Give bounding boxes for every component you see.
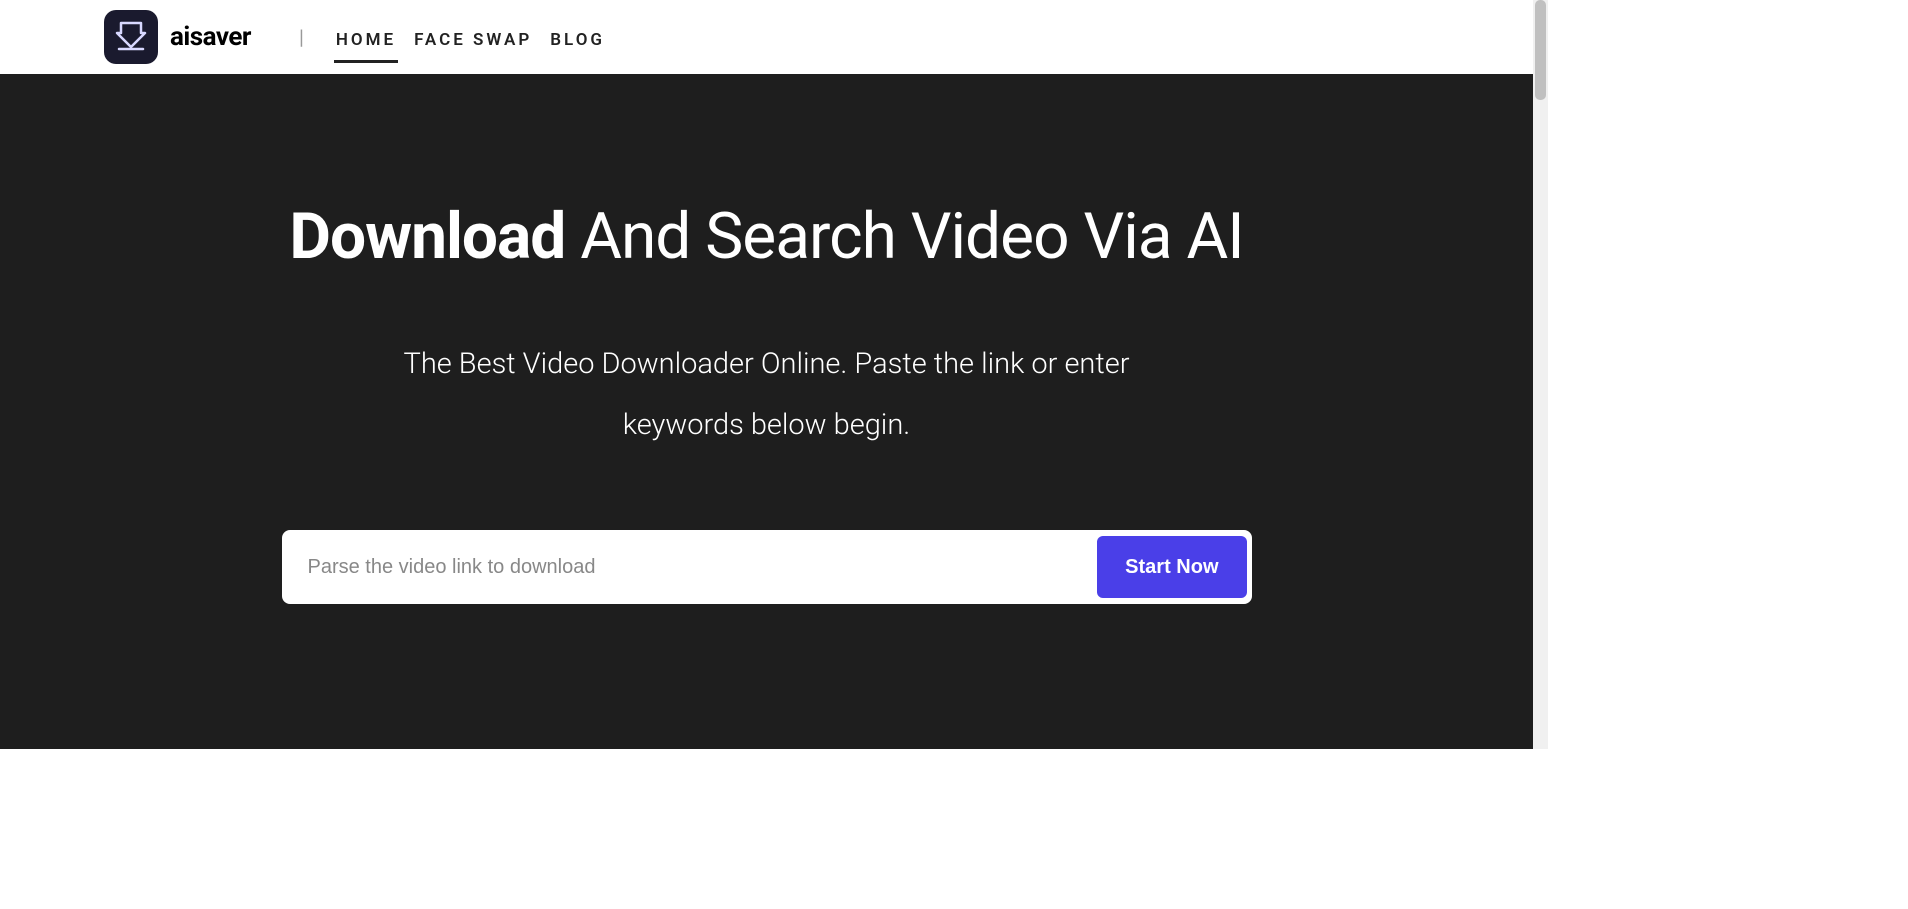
url-input[interactable]: [308, 535, 1098, 599]
scrollbar-track[interactable]: ▲: [1533, 0, 1548, 749]
logo-section[interactable]: aisaver: [104, 10, 251, 64]
logo-icon: [104, 10, 158, 64]
start-now-button[interactable]: Start Now: [1097, 536, 1246, 598]
nav-face-swap[interactable]: FACE SWAP: [412, 12, 534, 63]
brand-name: aisaver: [170, 22, 251, 52]
header-bar: aisaver | HOME FACE SWAP BLOG: [0, 0, 1533, 74]
scrollbar-thumb[interactable]: [1535, 0, 1546, 100]
download-arrow-icon: [113, 19, 149, 55]
search-box: Start Now: [282, 530, 1252, 604]
hero-title: Download And Search Video Via AI: [289, 202, 1243, 272]
hero-title-strong: Download: [289, 199, 565, 274]
nav-blog[interactable]: BLOG: [548, 12, 607, 63]
nav-divider: |: [299, 25, 304, 49]
hero-section: Download And Search Video Via AI The Bes…: [0, 74, 1533, 749]
hero-title-rest: And Search Video Via AI: [565, 199, 1243, 274]
nav-home[interactable]: HOME: [334, 12, 398, 63]
main-nav: HOME FACE SWAP BLOG: [334, 12, 607, 63]
hero-subtitle: The Best Video Downloader Online. Paste …: [387, 334, 1147, 456]
